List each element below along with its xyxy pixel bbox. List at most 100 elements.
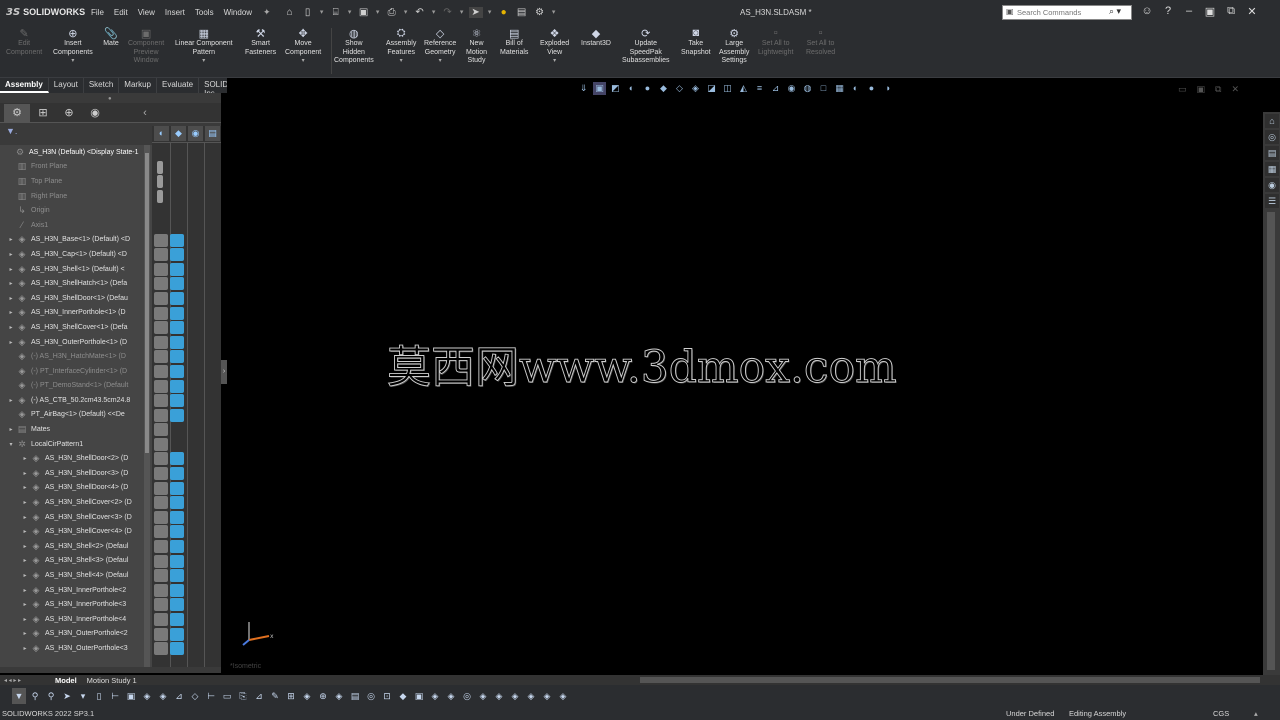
ambient-occlusion-icon[interactable]: ● <box>865 82 878 95</box>
visibility-toggle-icon[interactable] <box>154 262 168 276</box>
tree-item[interactable]: ▸ ◈ AS_H3N_Shell<3> (Defaul <box>0 554 152 569</box>
vp-maximize-icon[interactable]: ⧉ <box>1215 84 1221 95</box>
visibility-toggle-icon[interactable] <box>154 277 168 291</box>
expand-arrow-icon[interactable]: ▸ <box>6 295 16 302</box>
new-motion-study-button[interactable]: ⚛ New Motion Study <box>466 26 487 66</box>
visibility-toggle-icon[interactable] <box>154 525 168 539</box>
shaded-edges-icon[interactable]: ◆ <box>657 82 670 95</box>
unit-system-button[interactable]: CGS <box>1213 709 1229 718</box>
selection-filter-icon[interactable]: ◈ <box>556 688 570 704</box>
expand-arrow-icon[interactable]: ▸ <box>20 601 30 608</box>
appearance-cube-icon[interactable] <box>170 277 184 291</box>
expand-arrow-icon[interactable]: ▸ <box>6 339 16 346</box>
tree-item[interactable]: ▥ Top Plane <box>0 174 152 189</box>
expand-arrow-icon[interactable]: ▸ <box>6 236 16 243</box>
instant3d-button[interactable]: ◆ Instant3D <box>581 26 611 49</box>
tree-item[interactable]: ▸ ◈ AS_H3N_Base<1> (Default) <D <box>0 233 152 248</box>
selection-filter-icon[interactable]: ◈ <box>444 688 458 704</box>
tab-assembly[interactable]: Assembly <box>0 78 49 93</box>
selection-filter-icon[interactable]: ◎ <box>364 688 378 704</box>
linear-component-pattern-button[interactable]: ▦ Linear Component Pattern ▾ <box>175 26 233 65</box>
open-dropdown-icon[interactable]: ▾ <box>347 8 353 16</box>
status-dropdown-icon[interactable]: ▴ <box>1254 709 1258 718</box>
tree-item[interactable]: ▸ ◈ (-) AS_CTB_50.2cm43.5cm24.8 <box>0 393 152 408</box>
smart-fasteners-button[interactable]: ⚒ Smart Fasteners <box>245 26 276 57</box>
tangent-edges-icon[interactable]: ◪ <box>705 82 718 95</box>
selection-filter-icon[interactable]: ▤ <box>348 688 362 704</box>
tree-item[interactable]: ▥ Front Plane <box>0 160 152 175</box>
selection-filter-icon[interactable]: ⚲ <box>44 688 58 704</box>
visibility-toggle-icon[interactable] <box>154 554 168 568</box>
display-style-icon[interactable]: ◐ <box>625 82 638 95</box>
tree-item[interactable]: ▸ ◈ AS_H3N_InnerPorthole<1> (D <box>0 306 152 321</box>
selection-filter-icon[interactable]: ◈ <box>156 688 170 704</box>
horizontal-scrollbar[interactable] <box>640 677 1260 683</box>
vp-close-icon[interactable]: ✕ <box>1231 84 1239 95</box>
appearance-cube-icon[interactable] <box>170 481 184 495</box>
help-icon[interactable]: ? <box>1161 5 1175 18</box>
plane-visibility-icon[interactable] <box>157 175 163 189</box>
expand-arrow-icon[interactable]: ▸ <box>20 499 30 506</box>
mate-button[interactable]: 📎 Mate <box>103 26 119 49</box>
view-orientation-icon[interactable]: ▣ <box>593 82 606 95</box>
tree-item[interactable]: ▸ ◈ AS_H3N_ShellHatch<1> (Defa <box>0 276 152 291</box>
selection-filter-icon[interactable]: ⊢ <box>204 688 218 704</box>
zebra-icon[interactable]: ≡ <box>753 82 766 95</box>
appearance-cube-icon[interactable] <box>170 583 184 597</box>
bill-of-materials-button[interactable]: ▤ Bill of Materials <box>500 26 528 57</box>
save-dropdown-icon[interactable]: ▾ <box>375 8 381 16</box>
assembly-features-button[interactable]: ⛭ Assembly Features ▾ <box>386 26 416 65</box>
visibility-toggle-icon[interactable] <box>154 452 168 466</box>
selection-filter-icon[interactable]: ⊿ <box>172 688 186 704</box>
shaded-icon[interactable]: ● <box>641 82 654 95</box>
visibility-toggle-icon[interactable] <box>154 642 168 656</box>
appearance-cube-icon[interactable] <box>170 467 184 481</box>
expand-arrow-icon[interactable]: ▸ <box>6 251 16 258</box>
selection-filter-icon[interactable]: ✎ <box>268 688 282 704</box>
color-column-icon[interactable]: ◉ <box>188 126 203 141</box>
selection-filter-icon[interactable]: ◈ <box>540 688 554 704</box>
realview-icon[interactable]: ◐ <box>849 82 862 95</box>
visibility-toggle-icon[interactable] <box>154 379 168 393</box>
visibility-toggle-icon[interactable] <box>154 613 168 626</box>
expand-arrow-icon[interactable]: ▸ <box>20 557 30 564</box>
visibility-toggle-icon[interactable] <box>154 394 168 408</box>
selection-filter-icon[interactable]: ⎘ <box>236 688 250 704</box>
traffic-light-icon[interactable]: ● <box>497 7 511 18</box>
tree-item[interactable]: ▸ ◈ AS_H3N_ShellDoor<2> (D <box>0 451 152 466</box>
exploded-view-button[interactable]: ❖ Exploded View ▾ <box>540 26 569 65</box>
visibility-toggle-icon[interactable] <box>154 467 168 481</box>
appearance-column-icon[interactable]: ◆ <box>171 126 186 141</box>
tab-model[interactable]: Model <box>50 676 82 685</box>
undo-dropdown-icon[interactable]: ▾ <box>431 8 437 16</box>
tree-item[interactable]: ▸ ◈ AS_H3N_Shell<2> (Defaul <box>0 539 152 554</box>
filter-toggle-icon[interactable]: ▼ <box>12 688 26 704</box>
section-view-icon[interactable]: ◩ <box>609 82 622 95</box>
selection-filter-icon[interactable]: ◆ <box>396 688 410 704</box>
hide-show-items-icon[interactable]: ◉ <box>785 82 798 95</box>
collapse-panel-icon[interactable]: ‹ <box>132 104 158 122</box>
open-icon[interactable]: ⌸ <box>329 7 343 18</box>
selection-filter-icon[interactable]: ▯ <box>92 688 106 704</box>
selection-filter-icon[interactable]: ◈ <box>332 688 346 704</box>
hidden-lines-icon[interactable]: ◇ <box>673 82 686 95</box>
pin-icon[interactable]: ✦ <box>257 7 277 18</box>
zoom-to-fit-icon[interactable]: ⇓ <box>577 82 590 95</box>
tree-item[interactable]: ▸ ◈ AS_H3N_OuterPorthole<1> (D <box>0 335 152 350</box>
feature-manager-icon[interactable]: ⚙ <box>4 103 30 122</box>
selection-filter-icon[interactable]: ⚲ <box>28 688 42 704</box>
selection-filter-icon[interactable]: ⊿ <box>252 688 266 704</box>
visibility-toggle-icon[interactable] <box>154 350 168 364</box>
custom-properties-icon[interactable]: ☰ <box>1265 194 1279 208</box>
visibility-toggle-icon[interactable] <box>154 423 168 437</box>
tree-item[interactable]: ▸ ◈ AS_H3N_ShellCover<2> (D <box>0 495 152 510</box>
tree-item[interactable]: ◈ (-) AS_H3N_HatchMate<1> (D <box>0 349 152 364</box>
selection-filter-icon[interactable]: ◈ <box>524 688 538 704</box>
vp-minimize-icon[interactable]: ▭ <box>1178 84 1187 95</box>
visibility-toggle-icon[interactable] <box>154 408 168 422</box>
appearance-cube-icon[interactable] <box>170 496 184 510</box>
expand-arrow-icon[interactable]: ▸ <box>6 426 16 433</box>
display-manager-icon[interactable]: ◉ <box>82 104 108 122</box>
visibility-toggle-icon[interactable] <box>154 306 168 320</box>
draft-quality-icon[interactable]: ◫ <box>721 82 734 95</box>
